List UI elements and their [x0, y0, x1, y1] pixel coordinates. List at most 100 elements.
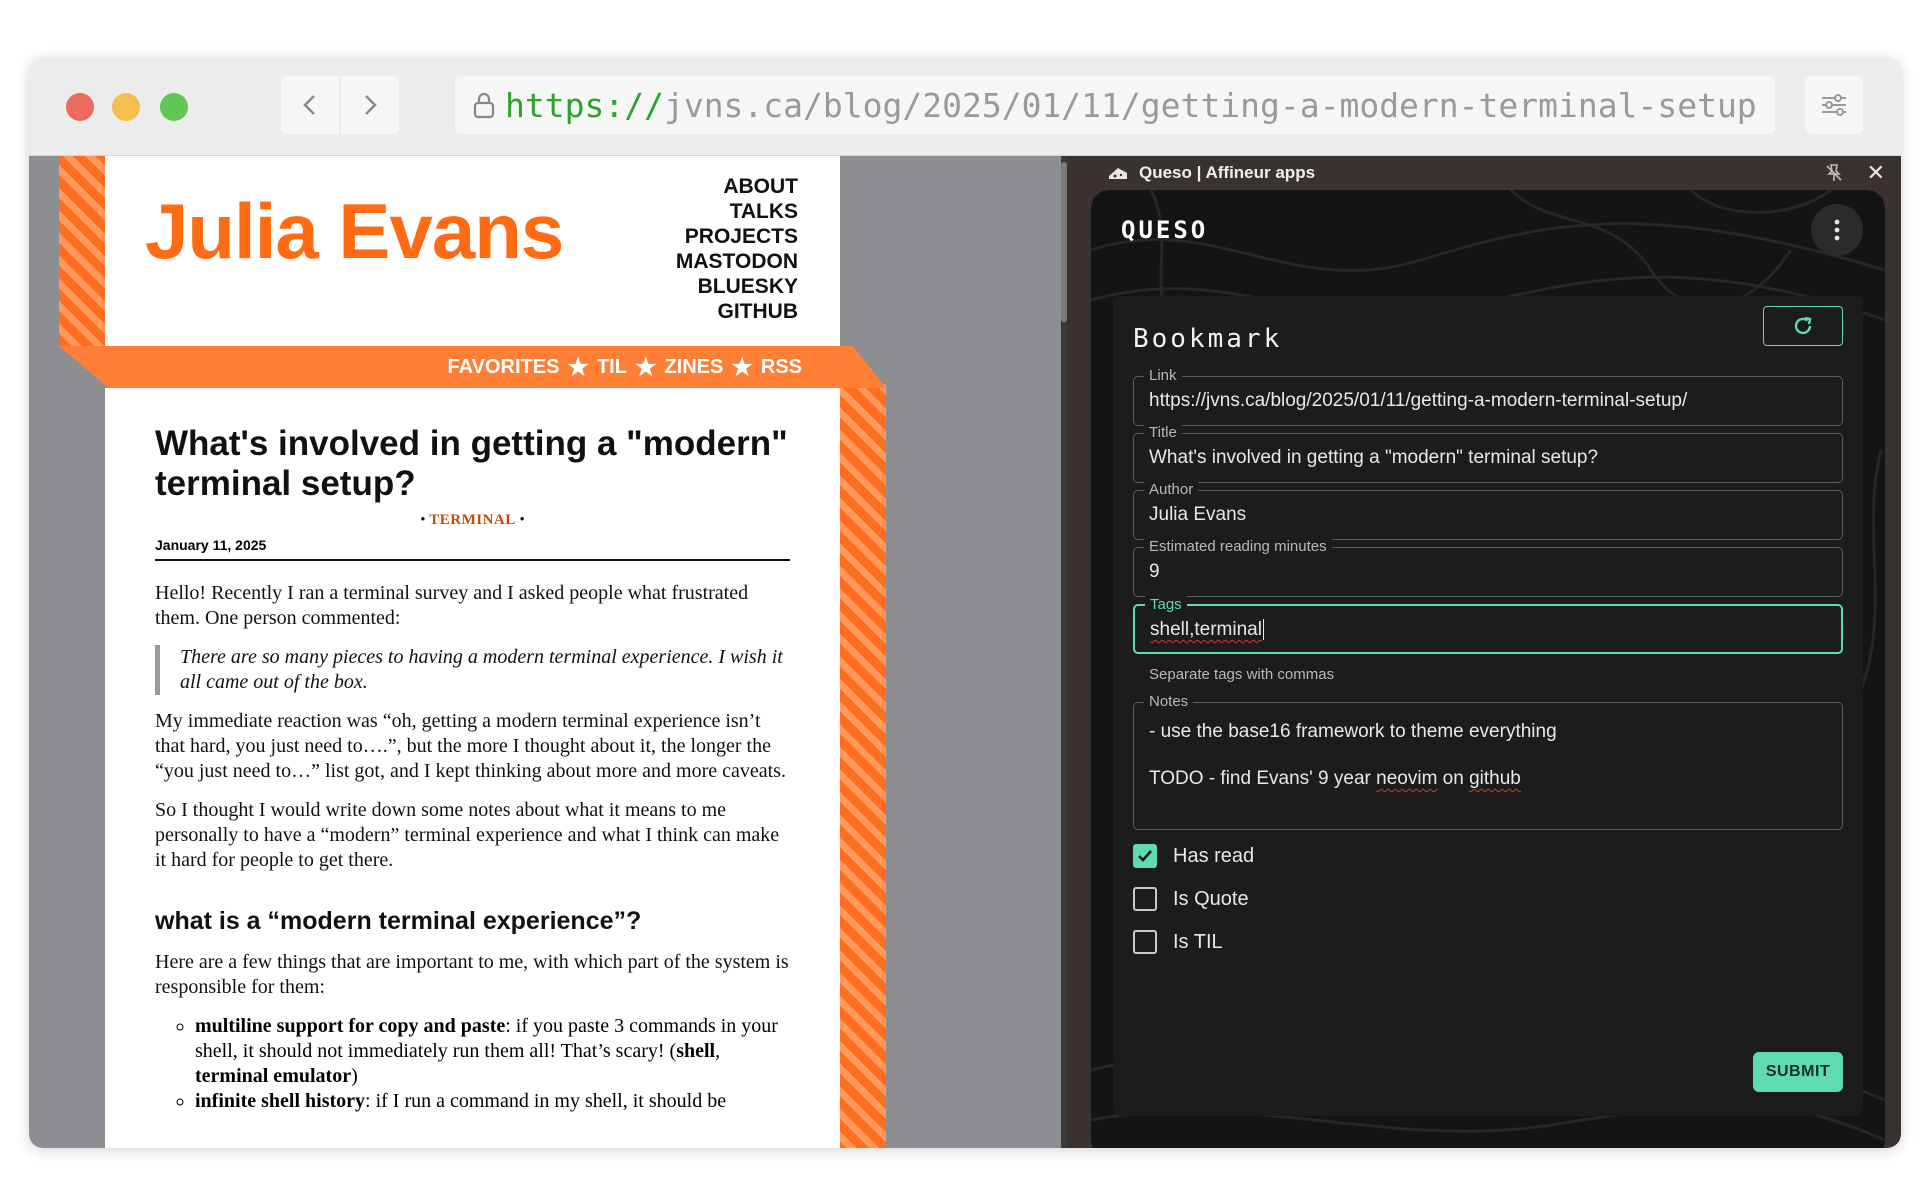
- notes-text: TODO - find Evans' 9 year: [1149, 768, 1377, 789]
- decorative-stripe: [840, 384, 886, 1148]
- chevron-right-icon: [365, 95, 377, 115]
- notes-line: TODO - find Evans' 9 year neovim on gith…: [1149, 768, 1521, 790]
- tags-helper-text: Separate tags with commas: [1149, 666, 1335, 683]
- post-article: What's involved in getting a "modern" te…: [105, 388, 840, 1148]
- rss-link[interactable]: RSS: [761, 356, 802, 379]
- link-field[interactable]: Link https://jvns.ca/blog/2025/01/11/get…: [1133, 367, 1843, 426]
- title-field[interactable]: Title What's involved in getting a "mode…: [1133, 424, 1843, 483]
- chevron-left-icon: [303, 95, 315, 115]
- reading-minutes-value: 9: [1149, 561, 1160, 582]
- notes-label: Notes: [1144, 693, 1194, 711]
- queso-app-panel: Queso | Affineur apps ✕ QUESO Bookmark L…: [1067, 156, 1901, 1148]
- browser-settings-button[interactable]: [1805, 76, 1863, 134]
- blog-page: Julia Evans ABOUT TALKS PROJECTS MASTODO…: [29, 156, 1061, 1148]
- post-paragraph: Here are a few things that are important…: [155, 951, 789, 998]
- list-item-bold: multiline support for copy and paste: [195, 1015, 506, 1037]
- title-value: What's involved in getting a "modern" te…: [1149, 447, 1599, 468]
- link-value: https://jvns.ca/blog/2025/01/11/getting-…: [1149, 390, 1688, 411]
- banner-links: FAVORITES ★ TIL ★ ZINES ★ RSS: [105, 346, 840, 388]
- list-item-bold: terminal emulator: [195, 1065, 352, 1087]
- list-item-text: ): [351, 1065, 358, 1087]
- notes-text: github: [1469, 768, 1521, 789]
- has-read-label: Has read: [1173, 844, 1255, 867]
- til-link[interactable]: TIL: [597, 356, 627, 379]
- author-field[interactable]: Author Julia Evans: [1133, 481, 1843, 540]
- tags-value: shell,terminal: [1150, 619, 1265, 641]
- close-icon[interactable]: ✕: [1867, 160, 1885, 186]
- address-bar[interactable]: https://jvns.ca/blog/2025/01/11/getting-…: [455, 76, 1775, 134]
- nav-mastodon-link[interactable]: MASTODON: [676, 249, 798, 274]
- nav-bluesky-link[interactable]: BLUESKY: [676, 274, 798, 299]
- is-quote-label: Is Quote: [1173, 887, 1249, 910]
- list-item-text: ,: [715, 1040, 721, 1062]
- text-caret: [1262, 619, 1265, 641]
- nav-talks-link[interactable]: TALKS: [676, 199, 798, 224]
- post-heading: what is a “modern terminal experience”?: [155, 907, 642, 935]
- more-options-button[interactable]: [1811, 204, 1863, 256]
- reading-minutes-field[interactable]: Estimated reading minutes 9: [1133, 538, 1843, 597]
- lock-icon: [473, 92, 495, 119]
- nav-github-link[interactable]: GITHUB: [676, 299, 799, 324]
- list-item: infinite shell history: if I run a comma…: [195, 1089, 790, 1114]
- list-item-text: : if I run a command in my shell, it sho…: [365, 1090, 727, 1112]
- post-paragraph: Hello! Recently I ran a terminal survey …: [155, 582, 749, 629]
- is-quote-checkbox[interactable]: [1133, 887, 1157, 911]
- zoom-window-button[interactable]: [160, 93, 188, 121]
- star-icon: ★: [731, 353, 753, 381]
- url-path: jvns.ca/blog/2025/01/11/getting-a-modern…: [663, 85, 1757, 125]
- reading-minutes-label: Estimated reading minutes: [1144, 538, 1332, 556]
- site-nav: ABOUT TALKS PROJECTS MASTODON BLUESKY GI…: [676, 174, 798, 324]
- more-vertical-icon: [1834, 219, 1840, 241]
- notes-field[interactable]: Notes - use the base16 framework to them…: [1133, 693, 1843, 830]
- post-paragraph: So I thought I would write down some not…: [155, 799, 780, 871]
- card-title: Bookmark: [1133, 324, 1283, 354]
- star-icon: ★: [634, 353, 657, 381]
- decorative-stripe: [59, 156, 105, 346]
- notes-text: on: [1437, 768, 1470, 789]
- submit-button[interactable]: SUBMIT: [1753, 1052, 1843, 1092]
- post-date: January 11, 2025: [155, 537, 790, 561]
- nav-about-link[interactable]: ABOUT: [676, 174, 798, 199]
- bookmark-card: Bookmark Link https://jvns.ca/blog/2025/…: [1113, 296, 1863, 1116]
- url-scheme: https://: [505, 85, 664, 125]
- zines-link[interactable]: ZINES: [664, 356, 723, 379]
- post-tags: • TERMINAL •: [420, 512, 525, 528]
- author-label: Author: [1144, 481, 1199, 499]
- site-title[interactable]: Julia Evans: [145, 186, 564, 277]
- app-brand: QUESO: [1121, 216, 1209, 244]
- forward-button[interactable]: [341, 76, 399, 134]
- list-item-bold: shell: [676, 1040, 716, 1062]
- unpin-icon[interactable]: [1823, 162, 1845, 184]
- browser-window: https://jvns.ca/blog/2025/01/11/getting-…: [29, 58, 1901, 1148]
- app-titlebar: Queso | Affineur apps: [1067, 156, 1901, 190]
- notes-line: - use the base16 framework to theme ever…: [1149, 721, 1557, 742]
- post-title: What's involved in getting a "modern" te…: [155, 424, 788, 503]
- browser-toolbar: https://jvns.ca/blog/2025/01/11/getting-…: [29, 58, 1901, 156]
- refresh-button[interactable]: [1763, 306, 1843, 346]
- has-read-checkbox[interactable]: [1133, 844, 1157, 868]
- app-main: QUESO Bookmark Link https://jvns.ca/blog…: [1091, 190, 1885, 1148]
- is-til-checkbox-row[interactable]: Is TIL: [1133, 930, 1223, 954]
- tags-field[interactable]: Tags shell,terminal: [1133, 596, 1843, 654]
- link-label: Link: [1144, 367, 1182, 385]
- tags-text: shell,terminal: [1150, 619, 1262, 640]
- back-button[interactable]: [281, 76, 339, 134]
- nav-projects-link[interactable]: PROJECTS: [676, 224, 798, 249]
- post-list: multiline support for copy and paste : if…: [155, 1014, 790, 1114]
- minimize-window-button[interactable]: [112, 93, 140, 121]
- notes-text: neovim: [1376, 768, 1438, 789]
- close-window-button[interactable]: [66, 93, 94, 121]
- is-til-checkbox[interactable]: [1133, 930, 1157, 954]
- has-read-checkbox-row[interactable]: Has read: [1133, 844, 1254, 868]
- post-paragraph: My immediate reaction was “oh, getting a…: [155, 710, 786, 782]
- post-blockquote: There are so many pieces to having a mod…: [155, 645, 790, 695]
- checkmark-icon: [1138, 850, 1152, 862]
- title-label: Title: [1144, 424, 1182, 442]
- app-window-title: Queso | Affineur apps: [1139, 163, 1316, 182]
- is-quote-checkbox-row[interactable]: Is Quote: [1133, 887, 1249, 911]
- sliders-icon: [1822, 94, 1846, 116]
- refresh-icon: [1794, 316, 1812, 335]
- tag-link-terminal[interactable]: TERMINAL: [429, 512, 516, 528]
- list-item-bold: infinite shell history: [195, 1090, 366, 1112]
- favorites-link[interactable]: FAVORITES: [448, 356, 560, 379]
